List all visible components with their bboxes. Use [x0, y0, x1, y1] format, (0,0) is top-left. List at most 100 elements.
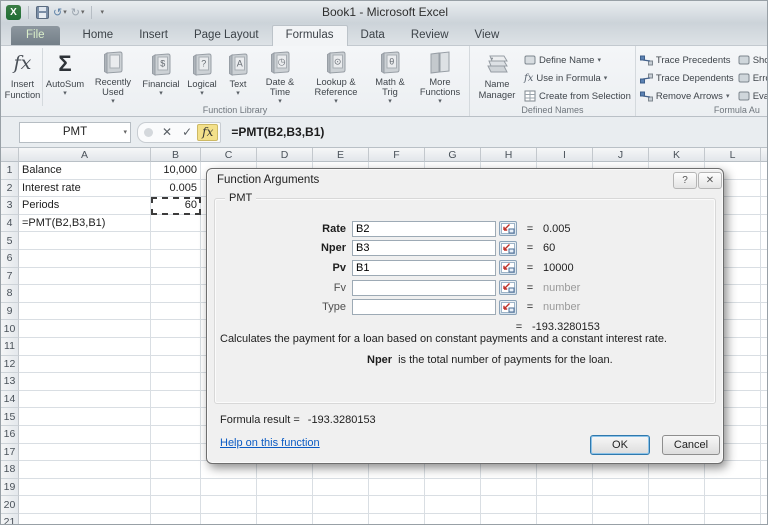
column-header-I[interactable]: I	[537, 148, 593, 162]
grid-cell-G21[interactable]	[425, 513, 481, 524]
text-button[interactable]: A Text ▾	[221, 48, 255, 106]
rate-input[interactable]	[352, 220, 496, 237]
help-on-function-link[interactable]: Help on this function	[220, 437, 320, 449]
name-box-dropdown-icon[interactable]: ▾	[123, 128, 127, 136]
row-header-7[interactable]: 7	[1, 267, 19, 286]
grid-cell-A6[interactable]	[19, 249, 151, 268]
column-header-H[interactable]: H	[481, 148, 537, 162]
grid-cell-B21[interactable]	[151, 513, 201, 524]
grid-cell-A13[interactable]	[19, 373, 151, 391]
grid-cell-L20[interactable]	[705, 496, 761, 514]
grid-cell-G19[interactable]	[425, 478, 481, 497]
grid-cell-A11[interactable]	[19, 337, 151, 356]
enter-entry-icon[interactable]: ✓	[177, 125, 197, 139]
row-header-18[interactable]: 18	[1, 461, 19, 479]
grid-cell-C21[interactable]	[201, 513, 257, 524]
tab-formulas[interactable]: Formulas	[271, 25, 348, 46]
cancel-entry-icon[interactable]: ✕	[157, 125, 177, 139]
dialog-close-icon[interactable]: ✕	[698, 172, 722, 189]
grid-cell-A7[interactable]	[19, 267, 151, 286]
row-header-19[interactable]: 19	[1, 478, 19, 497]
row-header-6[interactable]: 6	[1, 249, 19, 268]
column-header-D[interactable]: D	[257, 148, 313, 162]
insert-function-button[interactable]: fx Insert Function	[3, 48, 43, 106]
tab-page-layout[interactable]: Page Layout	[181, 26, 272, 45]
row-header-13[interactable]: 13	[1, 373, 19, 391]
grid-cell-J20[interactable]	[593, 496, 649, 514]
row-header-3[interactable]: 3	[1, 197, 19, 215]
row-header-17[interactable]: 17	[1, 443, 19, 462]
grid-cell-J21[interactable]	[593, 513, 649, 524]
cancel-button[interactable]: Cancel	[662, 435, 720, 455]
recently-used-button[interactable]: Recently Used ▾	[87, 48, 139, 106]
row-header-8[interactable]: 8	[1, 285, 19, 303]
grid-cell-A2[interactable]: Interest rate	[19, 179, 151, 198]
grid-cell-B9[interactable]	[151, 302, 201, 321]
grid-cell-F21[interactable]	[369, 513, 425, 524]
grid-cell-H20[interactable]	[481, 496, 537, 514]
grid-cell-B14[interactable]	[151, 390, 201, 409]
row-header-21[interactable]: 21	[1, 513, 19, 524]
tab-data[interactable]: Data	[348, 26, 398, 45]
dialog-help-icon[interactable]: ?	[673, 172, 697, 189]
column-header-E[interactable]: E	[313, 148, 369, 162]
grid-cell-B20[interactable]	[151, 496, 201, 514]
grid-cell-C19[interactable]	[201, 478, 257, 497]
name-manager-button[interactable]: Name Manager	[472, 48, 522, 105]
row-header-11[interactable]: 11	[1, 337, 19, 356]
row-header-9[interactable]: 9	[1, 302, 19, 321]
grid-cell-A10[interactable]	[19, 320, 151, 338]
lookup-reference-button[interactable]: ⊙ Lookup & Reference ▾	[305, 48, 367, 106]
grid-cell-B15[interactable]	[151, 408, 201, 426]
define-name-button[interactable]: Define Name ▾	[522, 51, 633, 69]
grid-cell-B3[interactable]: 60	[151, 197, 201, 215]
grid-cell-B1[interactable]: 10,000	[151, 162, 201, 180]
grid-cell-A14[interactable]	[19, 390, 151, 409]
error-checking-button[interactable]: Erro	[736, 69, 767, 87]
row-header-20[interactable]: 20	[1, 496, 19, 514]
grid-cell-K21[interactable]	[649, 513, 705, 524]
grid-cell-I21[interactable]	[537, 513, 593, 524]
remove-arrows-button[interactable]: Remove Arrows ▾	[638, 87, 736, 105]
fv-range-selector-icon[interactable]	[499, 280, 517, 296]
grid-cell-F19[interactable]	[369, 478, 425, 497]
grid-cell-K19[interactable]	[649, 478, 705, 497]
row-header-5[interactable]: 5	[1, 232, 19, 250]
grid-cell-A12[interactable]	[19, 355, 151, 374]
column-header-L[interactable]: L	[705, 148, 761, 162]
column-header-C[interactable]: C	[201, 148, 257, 162]
grid-cell-A15[interactable]	[19, 408, 151, 426]
column-header-B[interactable]: B	[151, 148, 201, 162]
grid-cell-A20[interactable]	[19, 496, 151, 514]
grid-cell-J19[interactable]	[593, 478, 649, 497]
row-header-14[interactable]: 14	[1, 390, 19, 409]
ok-button[interactable]: OK	[590, 435, 650, 455]
grid-cell-L19[interactable]	[705, 478, 761, 497]
grid-cell-B8[interactable]	[151, 285, 201, 303]
trace-precedents-button[interactable]: Trace Precedents	[638, 51, 736, 69]
grid-cell-B7[interactable]	[151, 267, 201, 286]
grid-cell-A9[interactable]	[19, 302, 151, 321]
use-in-formula-button[interactable]: fx Use in Formula ▾	[522, 69, 633, 87]
fv-input[interactable]	[352, 279, 496, 296]
grid-cell-E20[interactable]	[313, 496, 369, 514]
nper-range-selector-icon[interactable]	[499, 240, 517, 256]
grid-cell-B10[interactable]	[151, 320, 201, 338]
column-header-G[interactable]: G	[425, 148, 481, 162]
grid-cell-A21[interactable]	[19, 513, 151, 524]
financial-button[interactable]: $ Financial ▾	[139, 48, 183, 106]
create-from-selection-button[interactable]: Create from Selection	[522, 87, 633, 105]
grid-cell-B12[interactable]	[151, 355, 201, 374]
grid-cell-A18[interactable]	[19, 461, 151, 479]
type-input[interactable]	[352, 299, 496, 316]
row-header-2[interactable]: 2	[1, 179, 19, 198]
more-functions-button[interactable]: More Functions ▾	[413, 48, 467, 106]
row-header-12[interactable]: 12	[1, 355, 19, 374]
grid-cell-H19[interactable]	[481, 478, 537, 497]
column-header-F[interactable]: F	[369, 148, 425, 162]
grid-cell-A5[interactable]	[19, 232, 151, 250]
select-all-corner[interactable]	[1, 148, 19, 162]
tab-view[interactable]: View	[462, 26, 513, 45]
grid-cell-B4[interactable]	[151, 214, 201, 233]
show-formulas-button[interactable]: Sho	[736, 51, 767, 69]
